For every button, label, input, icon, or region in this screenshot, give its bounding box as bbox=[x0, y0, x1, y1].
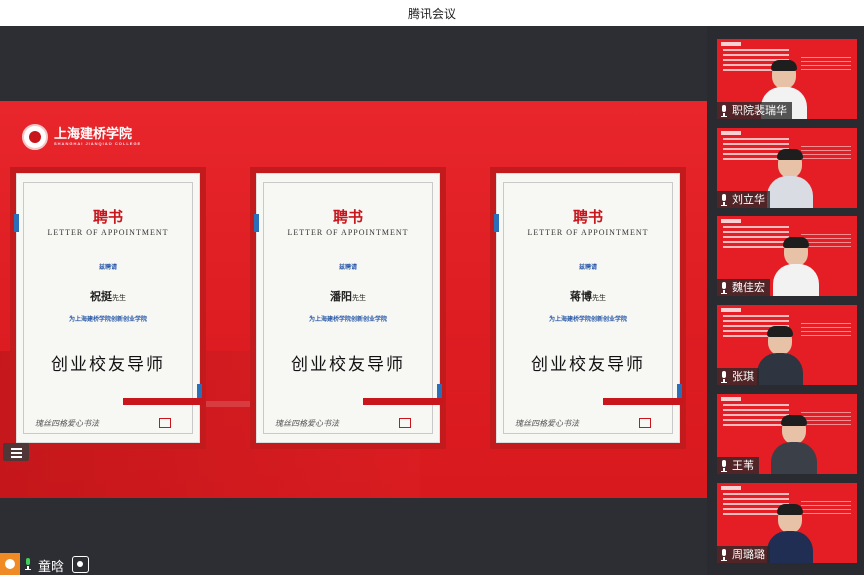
participant-tile[interactable]: 周璐璐 bbox=[717, 483, 857, 563]
participant-video bbox=[771, 415, 817, 474]
certificate-2: 聘书 LETTER OF APPOINTMENT 兹聘请 潘阳先生 为上海建桥学… bbox=[250, 167, 446, 449]
certificate-invite: 兹聘请 bbox=[98, 264, 117, 271]
microphone-icon bbox=[720, 193, 728, 206]
certificate-title-en: LETTER OF APPOINTMENT bbox=[287, 228, 409, 237]
certificate-slogan: 瑰丝四格爱心书法 bbox=[515, 419, 579, 428]
certificate-1: 聘书 LETTER OF APPOINTMENT 兹聘请 祝挺先生 为上海建桥学… bbox=[10, 167, 206, 449]
participant-nameplate: 周璐璐 bbox=[717, 546, 770, 563]
participant-name: 周璐璐 bbox=[732, 548, 765, 561]
participant-nameplate: 刘立华 bbox=[717, 191, 770, 208]
certificate-name: 祝挺先生 bbox=[90, 290, 126, 303]
certificate-issuer-strip bbox=[362, 398, 443, 405]
participant-nameplate: 职院裴瑞华 bbox=[717, 102, 792, 119]
school-logo: 上海建桥学院 SHANGHAI JIANQIAO COLLEGE bbox=[22, 123, 141, 151]
participant-tile[interactable]: 刘立华 bbox=[717, 128, 857, 208]
participant-tile[interactable]: 魏佳宏 bbox=[717, 216, 857, 296]
certificate-invite: 兹聘请 bbox=[338, 264, 357, 271]
participant-video bbox=[757, 326, 803, 385]
certificate-title: 聘书 bbox=[572, 208, 603, 226]
participant-nameplate: 张琪 bbox=[717, 368, 759, 385]
user-avatar-icon[interactable] bbox=[0, 553, 20, 575]
participant-video bbox=[767, 149, 813, 208]
screen-share-icon[interactable] bbox=[72, 556, 89, 573]
participant-name: 职院裴瑞华 bbox=[732, 104, 787, 117]
certificate-title-en: LETTER OF APPOINTMENT bbox=[47, 228, 169, 237]
participant-name: 刘立华 bbox=[732, 193, 765, 206]
participant-video bbox=[767, 504, 813, 563]
participant-tile[interactable]: 张琪 bbox=[717, 305, 857, 385]
certificate-slogan: 瑰丝四格爱心书法 bbox=[275, 419, 339, 428]
certificate-org: 为上海建桥学院创新创业学院 bbox=[308, 316, 387, 323]
participant-tile[interactable]: 王苇 bbox=[717, 394, 857, 474]
self-status-bar: 童晗 bbox=[0, 553, 707, 575]
certificate-role: 创业校友导师 bbox=[291, 355, 405, 375]
school-logo-name: 上海建桥学院 bbox=[54, 126, 133, 142]
certificate-title-en: LETTER OF APPOINTMENT bbox=[527, 228, 649, 237]
microphone-icon[interactable] bbox=[24, 558, 32, 570]
certificate-stamp bbox=[159, 418, 171, 428]
participant-name: 魏佳宏 bbox=[732, 281, 765, 294]
certificate-org: 为上海建桥学院创新创业学院 bbox=[68, 316, 147, 323]
microphone-icon bbox=[720, 370, 728, 383]
participant-video bbox=[773, 237, 819, 296]
certificate-role: 创业校友导师 bbox=[531, 355, 645, 375]
microphone-icon bbox=[720, 104, 728, 117]
menu-icon[interactable] bbox=[3, 443, 29, 461]
participant-nameplate: 王苇 bbox=[717, 457, 759, 474]
certificate-stamp bbox=[639, 418, 651, 428]
school-logo-sub: SHANGHAI JIANQIAO COLLEGE bbox=[54, 140, 142, 146]
certificate-name: 潘阳先生 bbox=[330, 290, 366, 303]
participant-sidebar: 职院裴瑞华 刘立华 魏佳宏 张琪 王苇 周璐璐 bbox=[707, 26, 864, 575]
certificate-3: 聘书 LETTER OF APPOINTMENT 兹聘请 蒋博先生 为上海建桥学… bbox=[490, 167, 686, 449]
certificate-role: 创业校友导师 bbox=[51, 355, 165, 375]
certificate-org: 为上海建桥学院创新创业学院 bbox=[548, 316, 627, 323]
participant-name: 张琪 bbox=[732, 370, 754, 383]
shared-screen: 上海建桥学院 SHANGHAI JIANQIAO COLLEGE 聘书 LETT… bbox=[0, 101, 707, 498]
certificate-invite: 兹聘请 bbox=[578, 264, 597, 271]
window-title: 腾讯会议 bbox=[407, 7, 456, 21]
self-name: 童晗 bbox=[38, 560, 65, 575]
participant-nameplate: 魏佳宏 bbox=[717, 279, 770, 296]
certificate-title: 聘书 bbox=[92, 208, 123, 226]
certificate-issuer-strip bbox=[602, 398, 683, 405]
participant-name: 王苇 bbox=[732, 459, 754, 472]
school-seal-icon bbox=[22, 124, 48, 150]
certificate-issuer-strip bbox=[122, 398, 203, 405]
microphone-icon bbox=[720, 459, 728, 472]
title-bar: 腾讯会议 bbox=[0, 0, 864, 26]
participant-tile[interactable]: 职院裴瑞华 bbox=[717, 39, 857, 119]
certificate-slogan: 瑰丝四格爱心书法 bbox=[35, 419, 99, 428]
certificate-stamp bbox=[399, 418, 411, 428]
microphone-icon bbox=[720, 281, 728, 294]
microphone-icon bbox=[720, 548, 728, 561]
certificate-name: 蒋博先生 bbox=[570, 290, 606, 303]
certificate-title: 聘书 bbox=[332, 208, 363, 226]
